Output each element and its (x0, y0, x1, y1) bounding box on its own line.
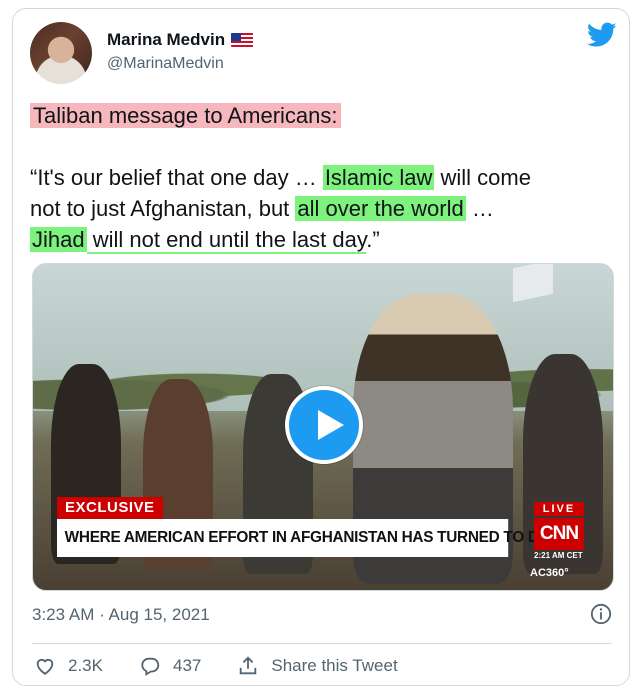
quote-line-2: not to just Afghanistan, but all over th… (30, 196, 494, 221)
info-icon[interactable] (590, 603, 612, 625)
news-chyron: WHERE AMERICAN EFFORT IN AFGHANISTAN HAS… (57, 519, 569, 557)
us-flag-icon (231, 33, 254, 47)
tweet-text: Taliban message to Americans: “It's our … (30, 100, 620, 255)
tweet-card[interactable]: Marina Medvin @MarinaMedvin Taliban mess… (12, 8, 630, 686)
heart-icon (36, 658, 54, 675)
reply-count: 437 (172, 656, 202, 675)
highlight-all-over-the-world: all over the world (295, 196, 466, 221)
live-label: LIVE (534, 502, 584, 516)
author-name-row[interactable]: Marina Medvin (107, 30, 254, 50)
exclusive-label: EXCLUSIVE (57, 497, 163, 519)
quote-line-1: “It's our belief that one day … Islamic … (30, 165, 531, 190)
avatar[interactable] (30, 22, 92, 84)
reply-icon (141, 657, 160, 676)
show-label: AC360° (530, 567, 569, 579)
divider (32, 643, 612, 644)
tweet-timestamp[interactable]: 3:23 AM · Aug 15, 2021 (32, 605, 210, 625)
broadcast-time: 2:21 AM CET (534, 551, 583, 560)
tweet-header: Marina Medvin @MarinaMedvin (30, 22, 617, 84)
author-handle[interactable]: @MarinaMedvin (107, 55, 224, 73)
cnn-logo: CNN (534, 518, 584, 550)
twitter-bird-icon[interactable] (587, 22, 617, 48)
author-display-name[interactable]: Marina Medvin (107, 30, 225, 50)
share-label: Share this Tweet (271, 656, 398, 675)
tweet-headline-line: Taliban message to Americans: (30, 100, 620, 131)
highlight-islamic-law: Islamic law (322, 165, 435, 190)
quote-line-3: Jihad will not end until the last day.” (30, 227, 380, 254)
share-button[interactable]: Share this Tweet (237, 655, 398, 677)
highlight-jihad: Jihad (30, 227, 87, 252)
tweet-headline: Taliban message to Americans: (30, 103, 341, 128)
underline-last-day: will not end until the last day (86, 227, 367, 254)
like-count: 2.3K (68, 656, 103, 675)
like-button[interactable]: 2.3K (34, 655, 103, 677)
reply-button[interactable]: 437 (139, 655, 201, 677)
video-player[interactable]: EXCLUSIVE WHERE AMERICAN EFFORT IN AFGHA… (32, 263, 614, 591)
play-icon[interactable] (285, 386, 363, 464)
share-icon (240, 656, 257, 675)
tweet-actions: 2.3K 437 Share this Tweet (34, 651, 434, 681)
